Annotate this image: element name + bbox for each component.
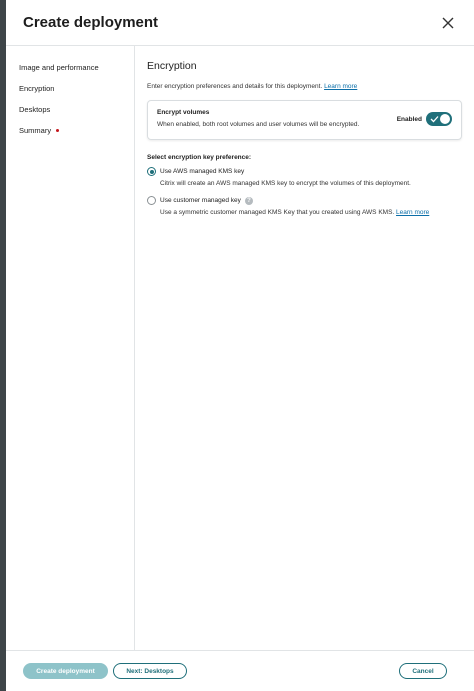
create-deployment-dialog: Create deployment Image and performance … bbox=[6, 0, 474, 691]
step-label: Summary bbox=[19, 126, 52, 135]
encrypt-volumes-toggle[interactable] bbox=[426, 112, 452, 126]
dialog-footer: Create deployment Next: Desktops Cancel bbox=[6, 650, 474, 691]
section-title: Encryption bbox=[147, 60, 197, 72]
next-desktops-button[interactable]: Next: Desktops bbox=[113, 663, 187, 679]
step-summary[interactable]: Summary bbox=[6, 123, 134, 144]
step-image-and-performance[interactable]: Image and performance bbox=[6, 60, 134, 81]
step-desktops[interactable]: Desktops bbox=[6, 102, 134, 123]
encrypt-volumes-description: When enabled, both root volumes and user… bbox=[157, 121, 360, 128]
check-icon bbox=[430, 116, 439, 123]
step-label: Image and performance bbox=[19, 63, 99, 72]
customer-managed-key-description: Use a symmetric customer managed KMS Key… bbox=[160, 209, 430, 216]
aws-managed-key-radio[interactable] bbox=[147, 167, 156, 176]
required-indicator-dot bbox=[56, 129, 60, 132]
encryption-panel: Encryption Enter encryption preferences … bbox=[135, 46, 474, 650]
help-icon[interactable]: ? bbox=[244, 196, 253, 205]
step-label: Desktops bbox=[19, 105, 51, 114]
dialog-title: Create deployment bbox=[23, 14, 159, 31]
learn-more-link[interactable]: Learn more bbox=[396, 209, 429, 216]
customer-managed-key-label[interactable]: Use customer managed key bbox=[160, 197, 241, 204]
section-description: Enter encryption preferences and details… bbox=[147, 83, 358, 90]
cancel-button[interactable]: Cancel bbox=[399, 663, 447, 679]
encrypt-volumes-card: Encrypt volumes When enabled, both root … bbox=[147, 100, 462, 140]
aws-managed-key-label[interactable]: Use AWS managed KMS key bbox=[160, 168, 244, 175]
dialog-header: Create deployment bbox=[6, 0, 474, 46]
create-deployment-button[interactable]: Create deployment bbox=[23, 663, 108, 679]
step-encryption[interactable]: Encryption bbox=[6, 81, 134, 102]
wizard-steps-sidebar: Image and performance Encryption Desktop… bbox=[6, 46, 135, 650]
learn-more-link[interactable]: Learn more bbox=[324, 83, 357, 90]
aws-managed-key-description: Citrix will create an AWS managed KMS ke… bbox=[160, 180, 411, 187]
close-icon bbox=[442, 17, 454, 28]
customer-managed-key-radio[interactable] bbox=[147, 196, 156, 205]
toggle-label: Enabled bbox=[396, 115, 422, 123]
close-button[interactable] bbox=[440, 15, 456, 31]
option-aws-managed-key: Use AWS managed KMS key Citrix will crea… bbox=[147, 166, 462, 187]
dialog-body: Image and performance Encryption Desktop… bbox=[6, 46, 474, 650]
encrypt-volumes-title: Encrypt volumes bbox=[157, 109, 210, 116]
option-customer-managed-key: Use customer managed key ? Use a symmetr… bbox=[147, 195, 462, 216]
toggle-knob bbox=[440, 114, 450, 124]
key-preference-label: Select encryption key preference: bbox=[147, 154, 252, 161]
encrypt-toggle-group: Enabled bbox=[397, 112, 452, 126]
step-label: Encryption bbox=[19, 84, 55, 93]
